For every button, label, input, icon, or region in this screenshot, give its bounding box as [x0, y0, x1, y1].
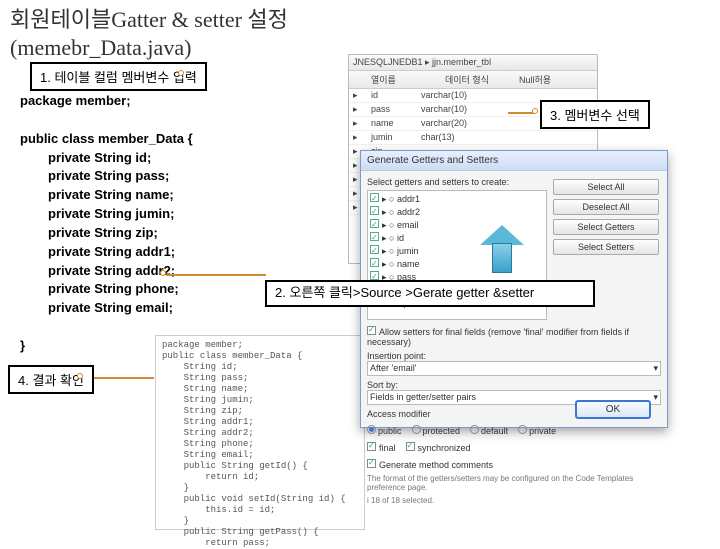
- field-4: private String zip;: [20, 224, 193, 243]
- access-modifier-radios: public protected default private: [367, 425, 661, 436]
- field-5: private String addr1;: [20, 243, 193, 262]
- result-code-line: return id;: [162, 472, 358, 483]
- chevron-down-icon: ▾: [653, 363, 658, 374]
- deselect-all-button[interactable]: Deselect All: [553, 199, 659, 215]
- db-row: ▸juminchar(13): [349, 131, 597, 145]
- connector-dot: [532, 108, 538, 114]
- db-breadcrumb: JNESQLJNEDB1 ▸ jjn.member_tbl: [349, 55, 597, 71]
- result-code-line: this.id = id;: [162, 505, 358, 516]
- connector-line: [166, 274, 266, 276]
- dialog-side-buttons: Select All Deselect All Select Getters S…: [553, 179, 659, 259]
- callout-4: 4. 결과 확인: [8, 365, 94, 394]
- field-8: private String email;: [20, 299, 193, 318]
- field-6: private String addr2;: [20, 262, 193, 281]
- result-code-line: String jumin;: [162, 395, 358, 406]
- result-code-line: public class member_Data {: [162, 351, 358, 362]
- pkg-line: package member;: [20, 92, 193, 111]
- allow-final-row[interactable]: Allow setters for final fields (remove '…: [367, 326, 661, 347]
- checklist-item[interactable]: ▸ ○ addr1: [370, 193, 544, 206]
- connector-dot: [178, 70, 184, 76]
- result-code-line: String addr2;: [162, 428, 358, 439]
- allow-final-checkbox[interactable]: [367, 326, 376, 335]
- result-code-line: String addr1;: [162, 417, 358, 428]
- sort-by-row: Sort by:: [367, 380, 661, 390]
- gen-comments-row[interactable]: Generate method comments: [367, 459, 661, 470]
- select-getters-button[interactable]: Select Getters: [553, 219, 659, 235]
- db-columns-header: 열이름 데이터 형식 Null허용: [349, 71, 597, 89]
- callout-1: 1. 테이블 컬럼 멤버변수 입력: [30, 62, 207, 91]
- radio-default[interactable]: default: [470, 425, 508, 436]
- insertion-point-select[interactable]: After 'email'▾: [367, 361, 661, 376]
- field-7: private String phone;: [20, 280, 193, 299]
- connector-dot: [77, 373, 83, 379]
- result-code-line: }: [162, 516, 358, 527]
- title-line-1: 회원테이블Gatter & setter 설정: [10, 6, 710, 34]
- insertion-point-row: Insertion point:: [367, 351, 661, 361]
- page-title: 회원테이블Gatter & setter 설정 (memebr_Data.jav…: [0, 0, 720, 61]
- modifier-checks: final synchronized: [367, 442, 661, 453]
- result-code-line: String email;: [162, 450, 358, 461]
- check-synchronized[interactable]: synchronized: [406, 442, 471, 453]
- radio-private[interactable]: private: [518, 425, 556, 436]
- connector-line: [508, 112, 534, 114]
- radio-public[interactable]: public: [367, 425, 402, 436]
- result-code-line: String id;: [162, 362, 358, 373]
- ok-button[interactable]: OK: [575, 400, 651, 419]
- field-2: private String name;: [20, 186, 193, 205]
- template-note: The format of the getters/setters may be…: [367, 474, 661, 492]
- result-code-line: String name;: [162, 384, 358, 395]
- result-code-line: public void setId(String id) {: [162, 494, 358, 505]
- connector-dot: [160, 270, 166, 276]
- field-0: private String id;: [20, 149, 193, 168]
- result-code-panel: package member;public class member_Data …: [155, 335, 365, 530]
- connector-line: [84, 377, 154, 379]
- callout-3: 3. 멤버변수 선택: [540, 100, 650, 129]
- callout-2: 2. 오른쪽 클릭>Source >Gerate getter &setter: [265, 280, 595, 307]
- class-decl: public class member_Data {: [20, 130, 193, 149]
- dialog-title: Generate Getters and Setters: [361, 151, 667, 171]
- result-code-line: public String getPass() {: [162, 527, 358, 538]
- checklist-item[interactable]: ▸ ○ addr2: [370, 206, 544, 219]
- result-code-line: String zip;: [162, 406, 358, 417]
- radio-protected[interactable]: protected: [412, 425, 461, 436]
- field-1: private String pass;: [20, 167, 193, 186]
- result-code-line: public String getId() {: [162, 461, 358, 472]
- result-code-line: package member;: [162, 340, 358, 351]
- select-all-button[interactable]: Select All: [553, 179, 659, 195]
- arrow-up-icon: [480, 225, 524, 273]
- result-code-line: String pass;: [162, 373, 358, 384]
- check-final[interactable]: final: [367, 442, 396, 453]
- field-3: private String jumin;: [20, 205, 193, 224]
- result-code-line: }: [162, 483, 358, 494]
- source-code: package member; public class member_Data…: [20, 92, 193, 356]
- chevron-down-icon: ▾: [653, 392, 658, 403]
- select-setters-button[interactable]: Select Setters: [553, 239, 659, 255]
- selection-count: i 18 of 18 selected.: [367, 496, 661, 505]
- result-code-line: String phone;: [162, 439, 358, 450]
